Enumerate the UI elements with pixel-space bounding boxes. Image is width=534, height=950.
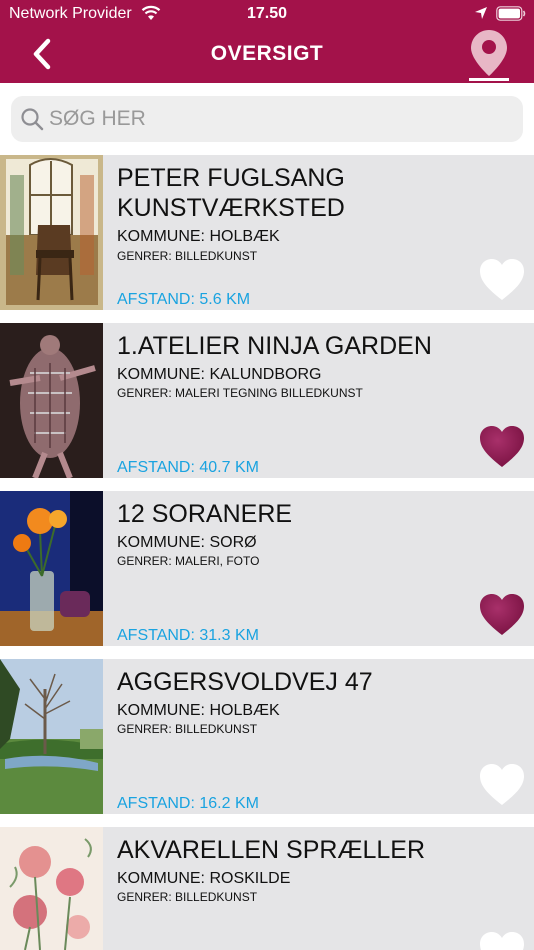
page-title: OVERSIGT xyxy=(210,42,324,65)
list-item[interactable]: 1.ATELIER NINJA GARDEN KOMMUNE: KALUNDBO… xyxy=(0,323,534,478)
status-time: 17.50 xyxy=(246,5,288,22)
item-title: AGGERSVOLDVEJ 47 xyxy=(117,668,373,696)
item-genrer: GENRER: BILLEDKUNST xyxy=(117,249,258,263)
item-kommune: KOMMUNE: KALUNDBORG xyxy=(117,366,322,383)
item-kommune: KOMMUNE: ROSKILDE xyxy=(117,870,291,887)
item-title: AKVARELLEN SPRÆLLER xyxy=(117,836,425,864)
item-distance: AFSTAND: 16.2 KM xyxy=(117,795,259,812)
list-item[interactable]: AGGERSVOLDVEJ 47 KOMMUNE: HOLBÆK GENRER:… xyxy=(0,659,534,814)
item-distance: AFSTAND: 31.3 KM xyxy=(117,627,259,644)
artwork-thumbnail xyxy=(0,659,103,814)
heart-icon[interactable] xyxy=(478,258,526,302)
heart-icon[interactable] xyxy=(478,931,526,950)
map-pin-icon[interactable] xyxy=(466,28,512,82)
item-distance: AFSTAND: 40.7 KM xyxy=(117,459,259,476)
location-arrow-icon xyxy=(475,7,487,19)
heart-icon[interactable] xyxy=(478,763,526,807)
list-item[interactable]: AKVARELLEN SPRÆLLER KOMMUNE: ROSKILDE GE… xyxy=(0,827,534,950)
list-item[interactable]: PETER FUGLSANG KUNSTVÆRKSTED KOMMUNE: HO… xyxy=(0,155,534,310)
item-genrer: GENRER: MALERI, FOTO xyxy=(117,554,260,568)
item-kommune: KOMMUNE: SORØ xyxy=(117,534,257,551)
header: Network Provider 17.50 OVERSIGT xyxy=(0,0,534,83)
item-kommune: KOMMUNE: HOLBÆK xyxy=(117,702,280,719)
status-bar: Network Provider 17.50 xyxy=(0,0,534,28)
item-title: PETER FUGLSANG KUNSTVÆRKSTED xyxy=(117,164,345,222)
item-genrer: GENRER: BILLEDKUNST xyxy=(117,722,258,736)
list-item[interactable]: 12 SORANERE KOMMUNE: SORØ GENRER: MALERI… xyxy=(0,491,534,646)
search-area xyxy=(0,83,534,154)
item-distance: AFSTAND: 5.6 KM xyxy=(117,291,251,308)
item-title: 12 SORANERE xyxy=(117,500,293,528)
heart-icon[interactable] xyxy=(478,593,526,637)
item-genrer: GENRER: MALERI TEGNING BILLEDKUNST xyxy=(117,386,363,400)
item-kommune: KOMMUNE: HOLBÆK xyxy=(117,228,280,245)
heart-icon[interactable] xyxy=(478,425,526,469)
artwork-thumbnail xyxy=(0,323,103,478)
artwork-thumbnail xyxy=(0,827,103,950)
battery-icon xyxy=(496,6,526,21)
search-icon xyxy=(21,108,44,131)
item-title: 1.ATELIER NINJA GARDEN xyxy=(117,332,432,360)
artwork-thumbnail xyxy=(0,155,103,310)
search-input[interactable] xyxy=(49,96,509,142)
artwork-thumbnail xyxy=(0,491,103,646)
item-genrer: GENRER: BILLEDKUNST xyxy=(117,890,258,904)
search-bar[interactable] xyxy=(11,96,523,142)
